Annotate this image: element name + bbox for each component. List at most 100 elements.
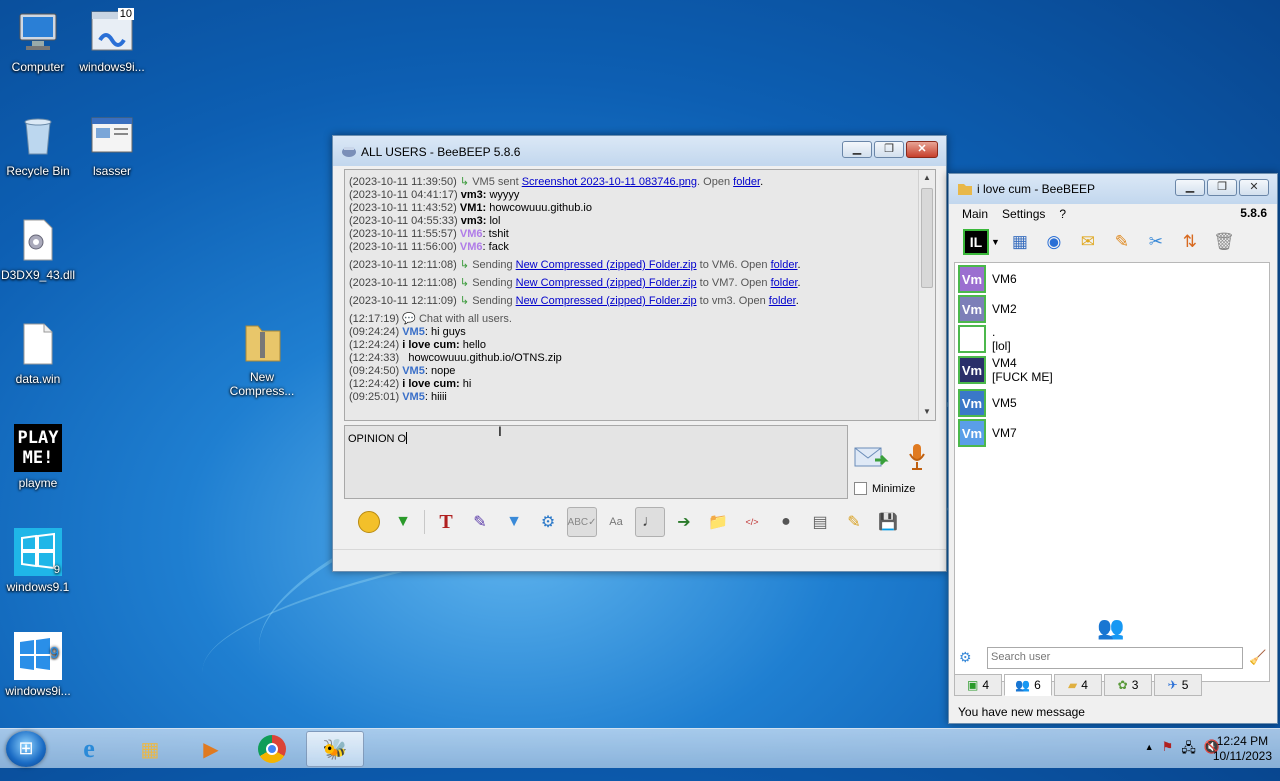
file-link[interactable]: New Compressed (zipped) Folder.zip	[516, 259, 697, 271]
user-row-vm4[interactable]: Vm VM4 [FUCK ME]	[958, 356, 1053, 384]
emoji-button[interactable]	[354, 507, 384, 537]
menu-settings[interactable]: Settings	[1002, 207, 1045, 221]
user-row-vm7[interactable]: Vm VM7	[958, 419, 1017, 447]
tab-users[interactable]: 👥 6	[1004, 674, 1052, 696]
profile-button[interactable]: IL ▼	[963, 229, 1000, 255]
tab-count: 4	[1081, 678, 1088, 692]
taskbar-chrome[interactable]	[243, 731, 301, 767]
network-icon[interactable]: 🖧	[1181, 739, 1196, 761]
update-button[interactable]: ⇅	[1176, 228, 1204, 256]
edit-button[interactable]: ✎	[839, 507, 869, 537]
desktop-icon-windows9-1[interactable]: 9 windows9.1	[0, 528, 76, 594]
taskbar-beebeep[interactable]: 🐝	[306, 731, 364, 767]
desktop-icon-new-compressed[interactable]: New Compress...	[224, 318, 300, 398]
font-button[interactable]: T	[431, 507, 461, 537]
tab-count: 4	[982, 678, 990, 692]
search-user-input[interactable]: Search user	[987, 647, 1243, 669]
clock[interactable]: 12:24 PM 10/11/2023	[1213, 734, 1272, 764]
font-color-button[interactable]: ✎	[465, 507, 495, 537]
bin-button[interactable]: 🗑	[1210, 228, 1238, 256]
spellcheck-button[interactable]: ABC✓	[567, 507, 597, 537]
clear-button[interactable]: ▤	[805, 507, 835, 537]
tools-button[interactable]: ✂	[1142, 228, 1170, 256]
filter-button[interactable]: ▼	[499, 507, 529, 537]
edit-profile-button[interactable]: ▦	[1006, 228, 1034, 256]
gear-icon[interactable]: ⚙	[959, 649, 972, 666]
desktop-icon-data-win[interactable]: data.win	[0, 320, 76, 386]
minimize-checkbox[interactable]: Minimize	[854, 482, 915, 495]
close-button[interactable]: ✕	[1239, 179, 1269, 196]
open-folder-link[interactable]: folder	[769, 295, 796, 307]
desktop-icon-label: Computer	[11, 60, 65, 74]
chat-log[interactable]: (2023-10-11 11:39:50) ↳ VM5 sent Screens…	[344, 169, 936, 421]
font-icon: T	[439, 510, 453, 533]
user-list-window[interactable]: i love cum - BeeBEEP ▁ ❐ ✕ Main Settings…	[948, 173, 1278, 724]
send-file-button[interactable]: ➔	[669, 507, 699, 537]
minimize-button[interactable]: ▁	[1175, 179, 1205, 196]
sound-button[interactable]: ♩	[635, 507, 665, 537]
expand-button[interactable]: ▼	[388, 507, 418, 537]
user-list[interactable]: Vm VM6 Vm VM2 . [lol] Vm VM4 [FUCK ME] Vm …	[954, 262, 1270, 682]
scroll-up-icon[interactable]: ▲	[919, 170, 935, 186]
message-box-button[interactable]: ✉	[1074, 228, 1102, 256]
chat-window-titlebar[interactable]: ALL USERS - BeeBEEP 5.8.6 ▁ ❐ ✕	[333, 136, 946, 166]
menu-help[interactable]: ?	[1059, 207, 1066, 221]
maximize-button[interactable]: ❐	[874, 141, 904, 158]
write-button[interactable]: ✎	[1108, 228, 1136, 256]
maximize-button[interactable]: ❐	[1207, 179, 1237, 196]
settings-button[interactable]: ⚙	[533, 507, 563, 537]
taskbar-internet-explorer[interactable]: e	[60, 731, 118, 767]
user-row-vm2[interactable]: Vm VM2	[958, 295, 1017, 323]
scroll-thumb[interactable]	[921, 188, 933, 288]
file-link[interactable]: New Compressed (zipped) Folder.zip	[516, 295, 697, 307]
desktop-icon-d3dx9[interactable]: D3DX9_43.dll	[0, 216, 76, 282]
open-folder-link[interactable]: folder	[771, 259, 798, 271]
save-button[interactable]: 💾	[873, 507, 903, 537]
tab-shares[interactable]: ✿ 3	[1104, 674, 1152, 696]
start-button[interactable]: ⊞	[6, 731, 46, 767]
user-window-titlebar[interactable]: i love cum - BeeBEEP ▁ ❐ ✕	[949, 174, 1277, 204]
send-button[interactable]	[853, 442, 889, 472]
tab-chats[interactable]: ▣ 4	[954, 674, 1002, 696]
message-input[interactable]: OPINION O	[344, 425, 848, 499]
file-link[interactable]: New Compressed (zipped) Folder.zip	[516, 277, 697, 289]
network-button[interactable]: ◉	[1040, 228, 1068, 256]
chat-log-scrollbar[interactable]: ▲ ▼	[918, 170, 935, 420]
taskbar-media-player[interactable]: ▶	[182, 731, 240, 767]
user-row-vm5[interactable]: Vm VM5	[958, 389, 1017, 417]
user-row-vm6[interactable]: Vm VM6	[958, 265, 1017, 293]
taskbar-file-explorer[interactable]: ▦	[121, 731, 179, 767]
checkbox-box[interactable]	[854, 482, 867, 495]
broom-icon[interactable]: 🧹	[1249, 649, 1266, 666]
action-center-icon[interactable]: ⚑	[1162, 739, 1174, 761]
desktop-icon-playme[interactable]: PLAY ME! playme	[0, 424, 76, 490]
file-link[interactable]: Screenshot 2023-10-11 083746.png	[522, 176, 697, 188]
menu-bar: Main Settings ?	[949, 204, 1277, 224]
screenshot-button[interactable]: ●	[771, 507, 801, 537]
minimize-button[interactable]: ▁	[842, 141, 872, 158]
desktop-icon-windows9i-1[interactable]: 10 windows9i...	[74, 8, 150, 74]
chat-message: (09:25:01) VM5: hiiii	[349, 391, 931, 404]
desktop-icon-recycle-bin[interactable]: Recycle Bin	[0, 112, 76, 178]
desktop-icon-computer[interactable]: Computer	[0, 8, 76, 74]
tab-groups[interactable]: ▰ 4	[1054, 674, 1102, 696]
chevron-down-icon: ▼	[991, 237, 1000, 247]
user-name: VM6	[992, 272, 1017, 286]
scroll-down-icon[interactable]: ▼	[919, 404, 935, 420]
chat-window[interactable]: ALL USERS - BeeBEEP 5.8.6 ▁ ❐ ✕ (2023-10…	[332, 135, 947, 572]
profile-card-icon: ▦	[1011, 232, 1028, 251]
voice-message-button[interactable]	[905, 442, 929, 472]
word-complete-button[interactable]: Aa	[601, 507, 631, 537]
send-folder-button[interactable]: 📁	[703, 507, 733, 537]
html-button[interactable]: </>	[737, 507, 767, 537]
open-folder-link[interactable]: folder	[733, 176, 760, 188]
tab-transfers[interactable]: ✈ 5	[1154, 674, 1202, 696]
user-row-dot[interactable]: . [lol]	[958, 325, 1011, 353]
show-hidden-icons-icon[interactable]: ▲	[1145, 739, 1154, 761]
open-folder-link[interactable]: folder	[771, 277, 798, 289]
desktop-icon-windows9i-2[interactable]: 9 windows9i...	[0, 632, 76, 698]
menu-main[interactable]: Main	[962, 207, 988, 221]
camera-icon: ●	[781, 513, 791, 530]
close-button[interactable]: ✕	[906, 141, 938, 158]
desktop-icon-lsasser[interactable]: lsasser	[74, 112, 150, 178]
